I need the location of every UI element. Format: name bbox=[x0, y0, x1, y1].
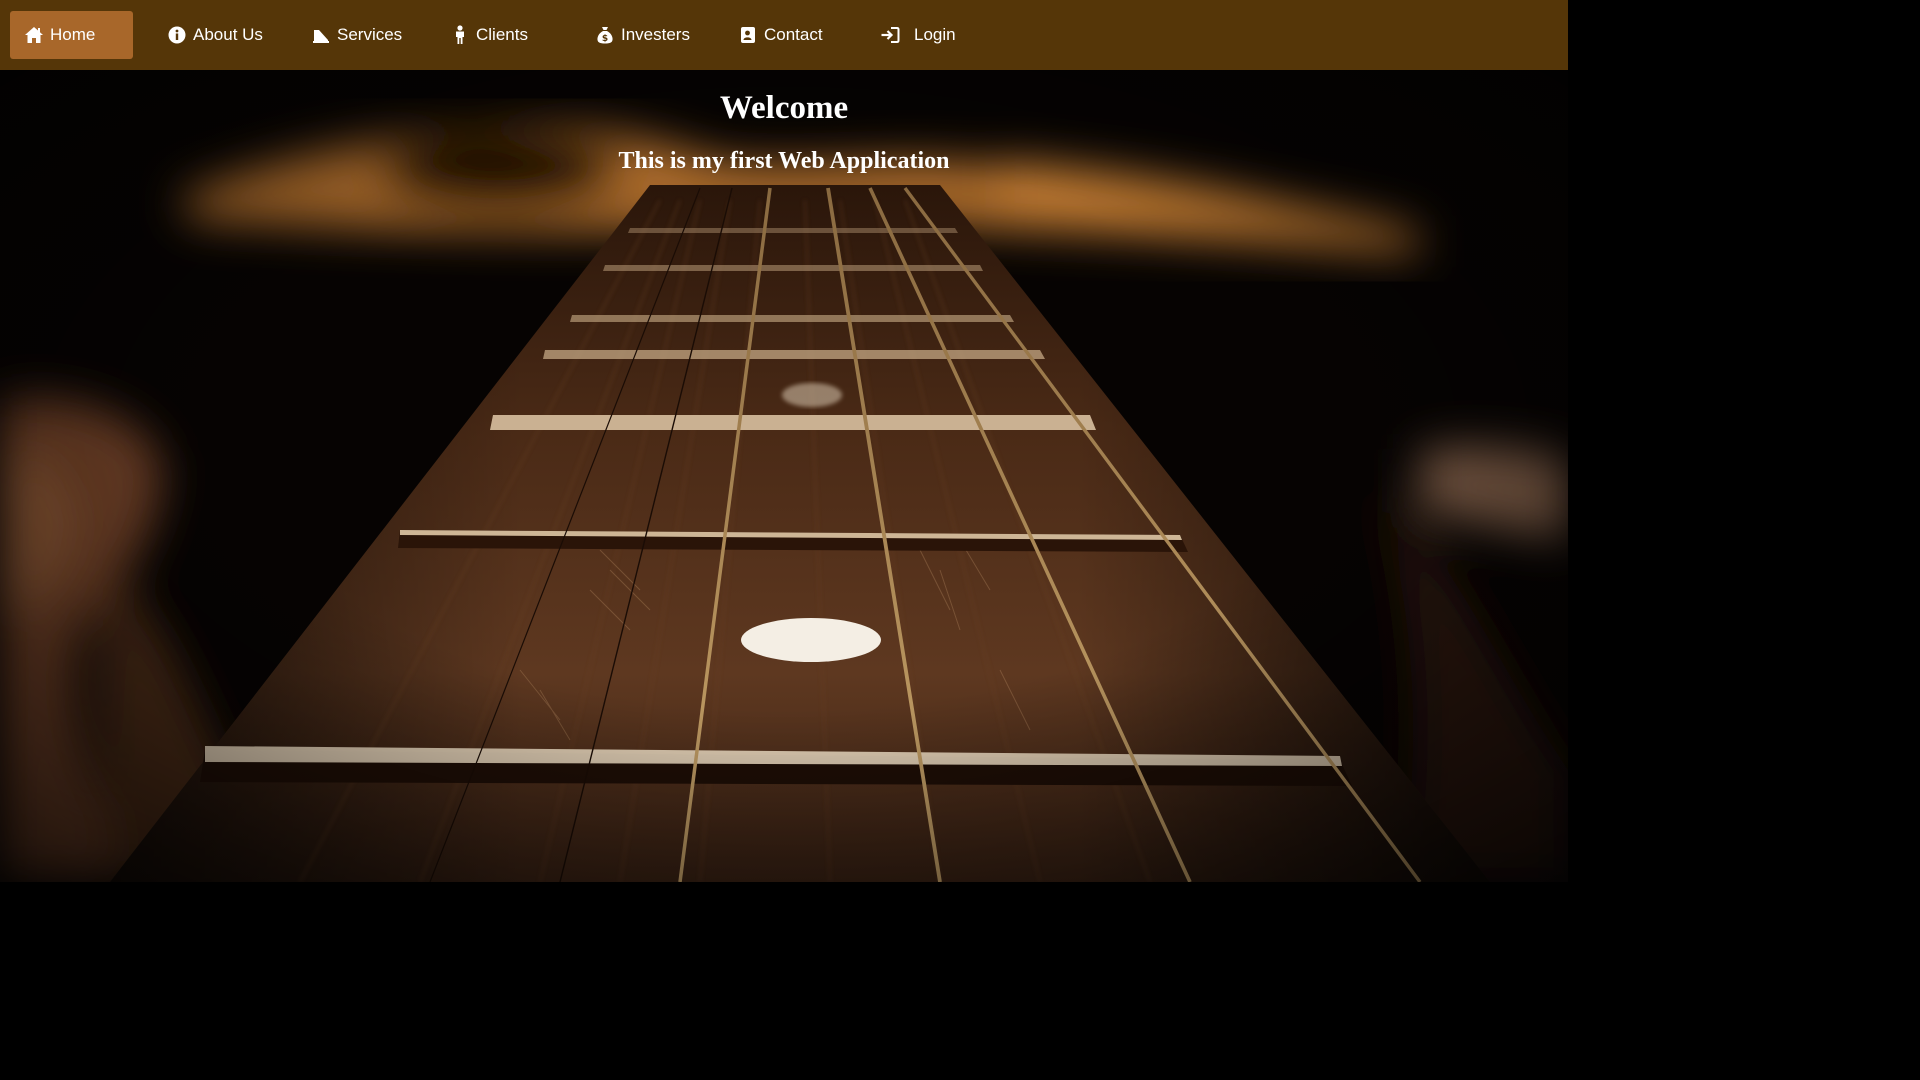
nav-contact-link[interactable]: Contact bbox=[738, 11, 823, 59]
welcome-heading: Welcome bbox=[719, 90, 849, 126]
nav-clients-link[interactable]: Clients bbox=[450, 11, 528, 59]
money-bag-icon: $ bbox=[595, 25, 615, 45]
nav-investers-link[interactable]: $ Investers bbox=[595, 11, 690, 59]
nav-services-label: Services bbox=[337, 25, 403, 44]
hero-section: Welcome This is my first Web Application bbox=[0, 70, 1568, 882]
guitar-background-image bbox=[0, 70, 1568, 882]
nav-contact-label: Contact bbox=[764, 25, 823, 44]
nav-services-link[interactable]: Services bbox=[311, 11, 402, 59]
nav-about-link[interactable]: About Us bbox=[167, 11, 263, 59]
nav-home-label: Home bbox=[50, 25, 96, 44]
nav-login-link[interactable]: Login bbox=[880, 11, 956, 59]
svg-text:$: $ bbox=[602, 34, 608, 44]
top-navbar: Home About Us Services Clients $ Investe… bbox=[0, 0, 1568, 70]
nav-home-link[interactable]: Home bbox=[10, 11, 133, 59]
nav-investers-label: Investers bbox=[621, 25, 690, 44]
info-icon bbox=[167, 25, 187, 45]
nav-about-label: About Us bbox=[193, 25, 263, 44]
page: Home About Us Services Clients $ Investe… bbox=[0, 0, 1568, 882]
nav-login-label: Login bbox=[914, 25, 956, 44]
nav-clients-label: Clients bbox=[476, 25, 528, 44]
contact-card-icon bbox=[738, 25, 758, 45]
welcome-subtitle: This is my first Web Application bbox=[618, 148, 950, 174]
home-icon bbox=[24, 25, 44, 45]
services-icon bbox=[311, 25, 331, 45]
person-icon bbox=[450, 25, 470, 45]
sign-in-icon bbox=[880, 25, 900, 45]
